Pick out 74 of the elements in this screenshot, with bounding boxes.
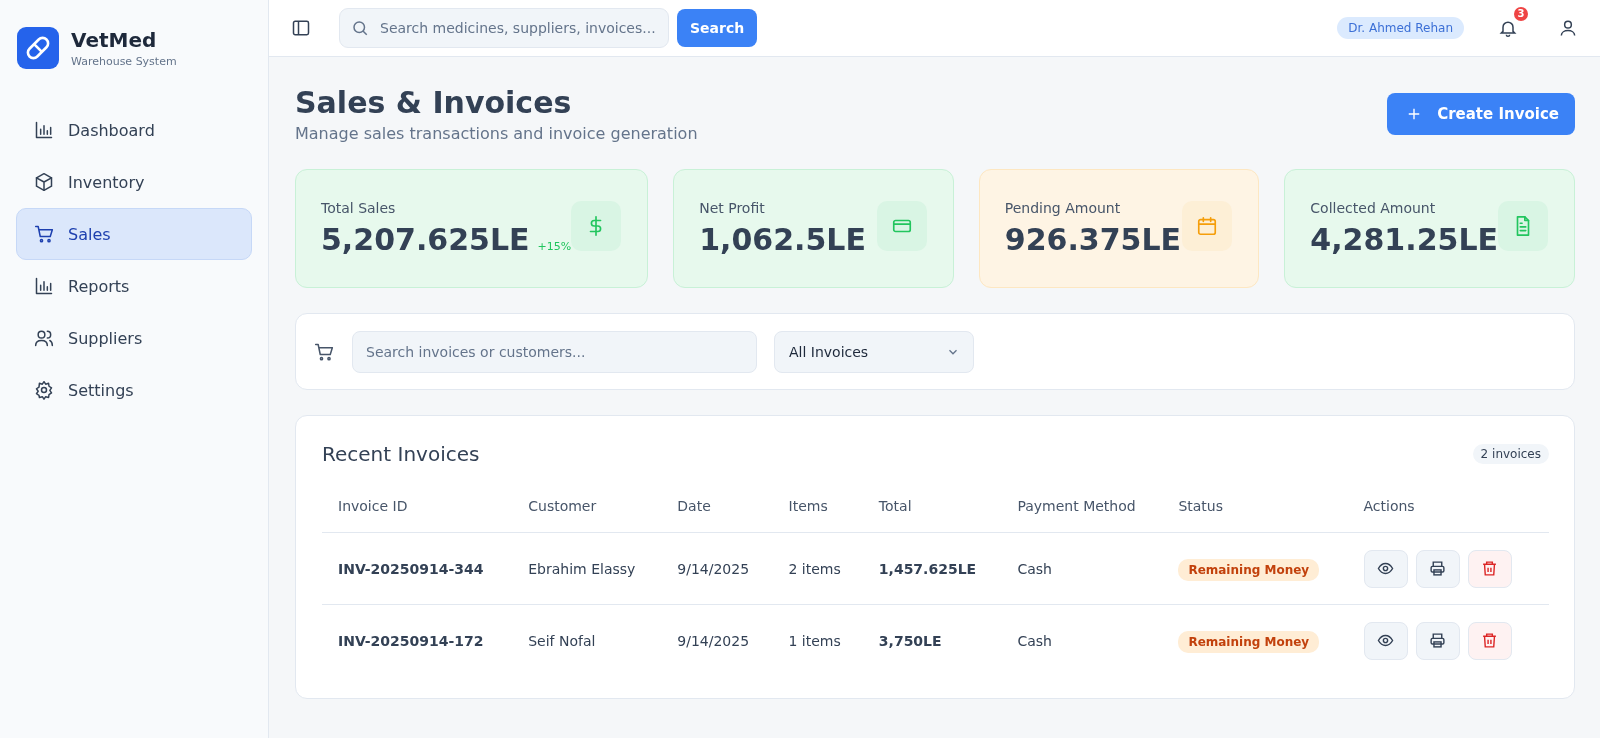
sidebar-item[interactable]: Reports <box>16 260 252 312</box>
print-button[interactable] <box>1415 621 1460 660</box>
settings-icon <box>34 380 54 400</box>
printer-icon <box>1429 560 1446 577</box>
table-cell: 1 items <box>772 604 863 676</box>
column-header: Total <box>862 498 1002 533</box>
stat-label: Pending Amount <box>1004 200 1122 216</box>
sidebar-toggle-icon[interactable] <box>291 18 311 38</box>
invoice-count: 2 invoices <box>1472 444 1549 464</box>
cart-icon <box>314 341 334 362</box>
stat-label: Collected Amount <box>1310 200 1437 216</box>
table-cell: Cash <box>1001 604 1163 676</box>
search-field[interactable]: Search medicines, suppliers, invoices... <box>339 8 669 48</box>
users-icon <box>34 328 54 348</box>
notification-count: 3 <box>1514 7 1528 21</box>
status-badge: Remaining Money <box>1178 558 1320 581</box>
column-header: Payment Method <box>1001 498 1163 533</box>
invoice-filter-dropdown[interactable]: All Invoices <box>774 330 974 373</box>
table-title: Recent Invoices <box>322 442 480 466</box>
sidebar-item[interactable]: Sales <box>16 208 252 260</box>
brand-subtitle: Warehouse System <box>71 54 177 68</box>
delete-button[interactable] <box>1467 549 1512 588</box>
user-icon[interactable] <box>1558 18 1578 38</box>
column-header: Actions <box>1347 498 1549 533</box>
table-cell: Cash <box>1001 532 1163 605</box>
stat-label: Net Profit <box>699 200 766 216</box>
print-button[interactable] <box>1415 549 1460 588</box>
page-title: Sales & Invoices <box>295 85 573 120</box>
stat-value: 926.375LE <box>1004 222 1181 257</box>
sidebar-item[interactable]: Inventory <box>16 156 252 208</box>
table-cell: INV-20250914-344 <box>322 532 513 605</box>
table-cell: 9/14/2025 <box>661 532 773 605</box>
column-header: Date <box>661 498 773 533</box>
stat-value: 5,207.625LE <box>321 222 530 257</box>
column-header: Invoice ID <box>322 498 513 533</box>
table-cell: INV-20250914-172 <box>322 604 513 676</box>
view-button[interactable] <box>1363 621 1408 660</box>
delete-button[interactable] <box>1467 621 1512 660</box>
invoice-search-field[interactable]: Search invoices or customers... <box>352 330 757 373</box>
create-invoice-button[interactable]: Create Invoice <box>1387 93 1575 135</box>
page-subtitle: Manage sales transactions and invoice generation <box>295 124 698 143</box>
table-cell: Seif Nofal <box>512 604 662 676</box>
trash-icon <box>1481 560 1498 577</box>
column-header: Customer <box>512 498 662 533</box>
column-header: Items <box>772 498 863 533</box>
stat-label: Total Sales <box>321 200 397 216</box>
sidebar-item[interactable]: Dashboard <box>16 104 252 156</box>
table-cell: 2 items <box>772 532 863 605</box>
sidebar-item[interactable]: Suppliers <box>16 312 252 364</box>
pill-logo-icon <box>17 26 59 69</box>
cart-icon <box>34 224 54 244</box>
stat-value: 1,062.5LE <box>699 222 866 257</box>
status-badge: Remaining Money <box>1178 630 1320 653</box>
table-cell: 3,750LE <box>862 604 1002 676</box>
bar-chart-icon <box>34 120 54 140</box>
brand-name: VetMed <box>71 27 158 52</box>
table-cell: 9/14/2025 <box>661 604 773 676</box>
table-cell: 1,457.625LE <box>862 532 1002 605</box>
eye-icon <box>1377 632 1394 649</box>
stat-value: 4,281.25LE <box>1310 222 1498 257</box>
plus-icon <box>1407 107 1422 121</box>
eye-icon <box>1377 560 1394 577</box>
sidebar-item[interactable]: Settings <box>16 364 252 416</box>
printer-icon <box>1429 632 1446 649</box>
box-icon <box>34 172 54 192</box>
table-cell: Ebrahim Elassy <box>512 532 662 605</box>
view-button[interactable] <box>1363 549 1408 588</box>
trash-icon <box>1481 632 1498 649</box>
search-icon <box>351 19 369 37</box>
column-header: Status <box>1162 498 1348 533</box>
search-button[interactable]: Search <box>677 9 758 47</box>
bar-chart-icon <box>34 276 54 296</box>
stat-change: +15% <box>537 240 572 253</box>
user-name: Dr. Ahmed Rehan <box>1337 17 1464 39</box>
